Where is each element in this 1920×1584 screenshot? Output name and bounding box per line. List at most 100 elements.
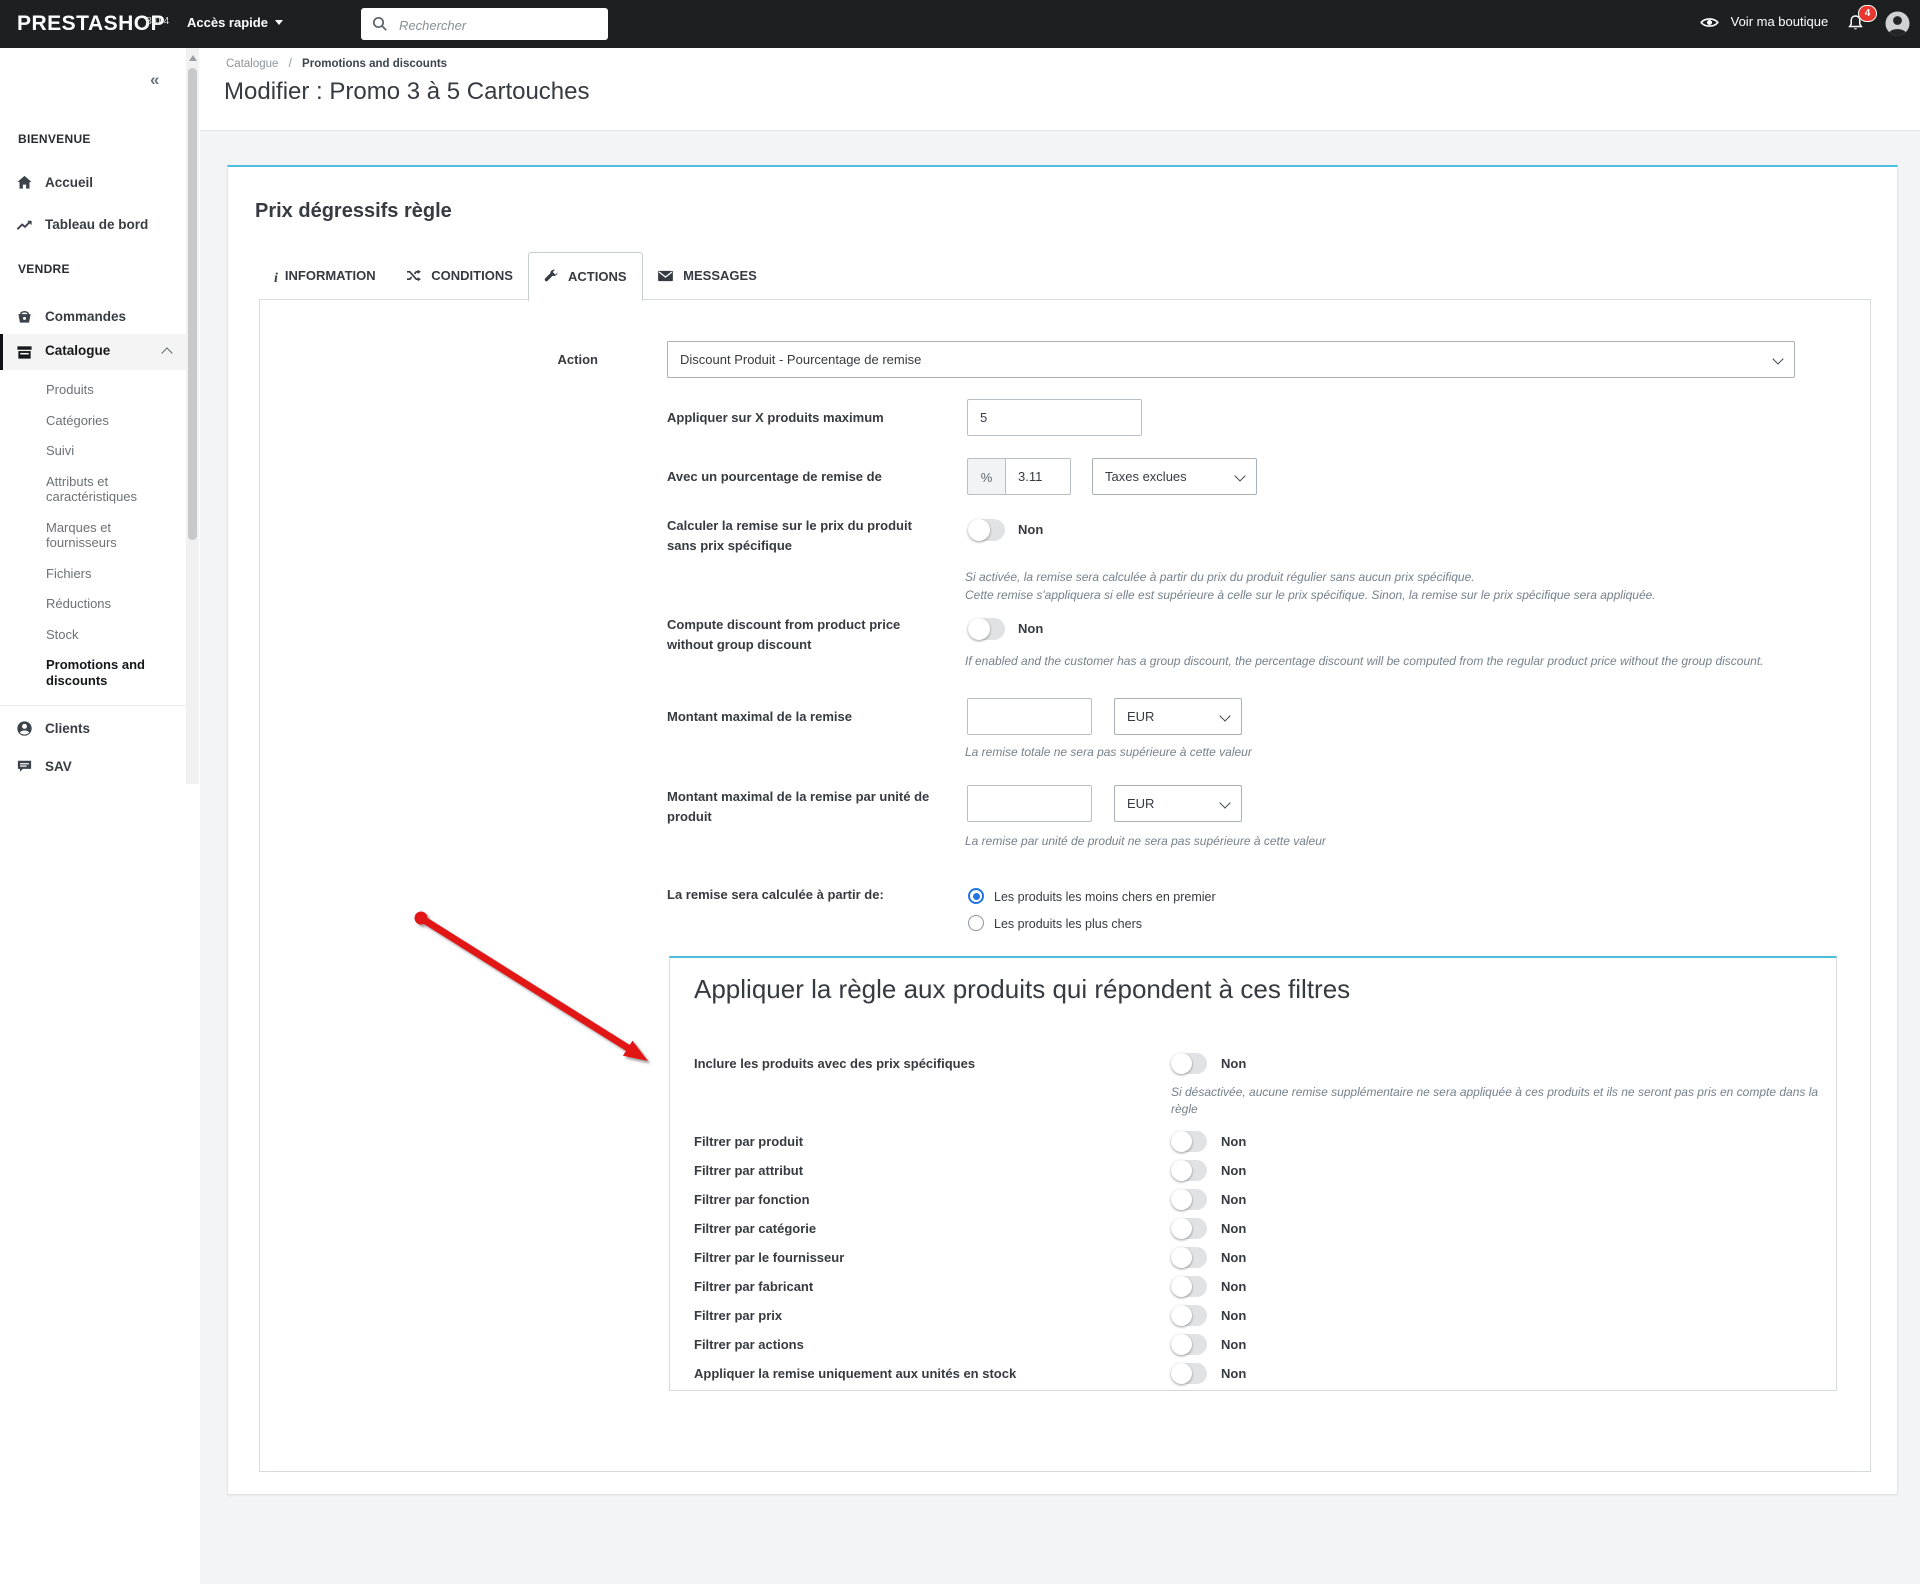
user-avatar[interactable] [1884, 10, 1911, 42]
sidebar-section-welcome: BIENVENUE [18, 132, 91, 146]
catalog-submenu: Produits Catégories Suivi Attributs et cara… [46, 382, 168, 703]
filter-state: Non [1221, 1192, 1247, 1207]
sidebar-subitem[interactable]: Attributs et caractéristiques [46, 474, 168, 505]
filter-toggle[interactable] [1171, 1305, 1207, 1326]
sidebar-item-home[interactable]: Accueil [0, 166, 186, 200]
home-icon [16, 174, 33, 195]
eye-icon [1700, 18, 1719, 27]
scrollbar-thumb[interactable] [188, 68, 197, 540]
info-icon: i [274, 271, 278, 286]
caret-down-icon [274, 20, 283, 25]
prestashop-logo[interactable]: PRESTASHOP [17, 12, 165, 36]
filter-label: Filtrer par fabricant [694, 1279, 814, 1294]
search-icon [372, 16, 387, 31]
toggle-knob [1171, 1276, 1192, 1297]
filter-state: Non [1221, 1279, 1247, 1294]
price-rule-panel: Prix dégressifs règle i INFORMATION CONDI… [227, 165, 1898, 1495]
shuffle-icon [406, 269, 421, 282]
filter-row: Appliquer la remise uniquement aux unité… [670, 1363, 1836, 1387]
scroll-up-arrow-icon[interactable] [189, 55, 197, 61]
action-select[interactable]: Discount Produit - Pourcentage de remise [667, 341, 1795, 378]
toggle-knob [1171, 1189, 1192, 1210]
no-specific-price-toggle[interactable] [968, 519, 1005, 541]
max-products-input[interactable] [967, 399, 1142, 436]
basket-icon [16, 308, 33, 329]
search-input[interactable] [397, 8, 601, 42]
sidebar-subitem[interactable]: Fichiers [46, 566, 168, 582]
sidebar-item-orders[interactable]: Commandes [0, 300, 186, 334]
filter-toggle[interactable] [1171, 1189, 1207, 1210]
filter-toggle[interactable] [1171, 1247, 1207, 1268]
sidebar-item-dashboard[interactable]: Tableau de bord [0, 208, 186, 242]
filter-label: Filtrer par le fournisseur [694, 1250, 845, 1265]
sidebar-subitem[interactable]: Produits [46, 382, 168, 398]
search-box[interactable] [361, 8, 608, 42]
filter-state: Non [1221, 1221, 1247, 1236]
sidebar-subitem[interactable]: Marques et fournisseurs [46, 520, 168, 551]
filter-state: Non [1221, 1337, 1247, 1352]
sidebar-subitem[interactable]: Réductions [46, 596, 168, 612]
filter-row: Filtrer par produit Non [670, 1131, 1836, 1155]
quick-access-menu[interactable]: Accès rapide [187, 15, 283, 30]
filter-row: Filtrer par catégorie Non [670, 1218, 1836, 1242]
sidebar-subitem[interactable]: Suivi [46, 443, 168, 459]
sidebar-item-catalog[interactable]: Catalogue [0, 334, 189, 370]
tab-actions[interactable]: ACTIONS [527, 252, 643, 301]
tab-bar: i INFORMATION CONDITIONS ACTIONS MESSAGES [259, 252, 772, 301]
max-amount-per-unit-input[interactable] [967, 785, 1092, 822]
filter-row: Filtrer par actions Non [670, 1334, 1836, 1358]
filter-toggle[interactable] [1171, 1334, 1207, 1355]
tab-messages[interactable]: MESSAGES [643, 252, 772, 299]
percent-label: Avec un pourcentage de remise de [667, 469, 882, 484]
filter-toggle[interactable] [1171, 1218, 1207, 1239]
page-title: Modifier : Promo 3 à 5 Cartouches [224, 78, 590, 105]
filter-toggle[interactable] [1171, 1276, 1207, 1297]
no-group-discount-toggle[interactable] [968, 618, 1005, 640]
filter-label: Filtrer par catégorie [694, 1221, 817, 1236]
filter-label: Filtrer par produit [694, 1134, 804, 1149]
max-amount-input[interactable] [967, 698, 1092, 735]
view-shop-link[interactable]: Voir ma boutique [1700, 14, 1828, 29]
person-icon [1885, 11, 1910, 36]
toggle-knob [1171, 1053, 1192, 1074]
help-text: La remise par unité de produit ne sera p… [965, 834, 1326, 848]
help-text: La remise totale ne sera pas supérieure … [965, 745, 1252, 759]
filter-toggle[interactable] [1171, 1160, 1207, 1181]
sidebar-subitem[interactable]: Catégories [46, 413, 168, 429]
radio-cheapest-first[interactable] [968, 888, 984, 904]
sidebar-section-sell: VENDRE [18, 262, 70, 276]
filter-label: Filtrer par actions [694, 1337, 804, 1352]
toggle-knob [1171, 1363, 1192, 1384]
toggle-knob [1171, 1131, 1192, 1152]
max-amount-currency-select[interactable]: EUR [1114, 698, 1242, 735]
filter-row: Filtrer par attribut Non [670, 1160, 1836, 1184]
filter-row: Filtrer par le fournisseur Non [670, 1247, 1836, 1271]
radio-most-expensive[interactable] [968, 915, 984, 931]
tab-conditions[interactable]: CONDITIONS [391, 252, 528, 299]
help-text: If enabled and the customer has a group … [965, 654, 1764, 668]
filter-row: Filtrer par fonction Non [670, 1189, 1836, 1213]
chat-bubble-icon [16, 758, 33, 779]
include-specific-toggle[interactable] [1171, 1053, 1207, 1074]
trending-up-icon [16, 216, 33, 237]
sidebar-subitem[interactable]: Promotions and discounts [46, 657, 168, 688]
percent-input[interactable] [1005, 458, 1071, 495]
filter-toggle[interactable] [1171, 1131, 1207, 1152]
sidebar-item-customers[interactable]: Clients [0, 712, 186, 746]
sidebar-item-customer-service[interactable]: SAV [0, 750, 186, 784]
breadcrumb-parent[interactable]: Catalogue [226, 58, 278, 70]
sidebar-collapse-button[interactable]: « [150, 70, 159, 90]
filter-toggle[interactable] [1171, 1363, 1207, 1384]
max-amount-per-unit-label: Montant maximal de la remise par unité d… [667, 789, 930, 824]
prestashop-backoffice: PRESTASHOP 8.0.4 Accès rapide Voir ma bo… [0, 0, 1920, 1584]
page-header: Catalogue / Promotions and discounts Mod… [200, 48, 1920, 131]
wrench-icon [544, 269, 558, 282]
sidebar-scrollbar[interactable] [186, 48, 199, 784]
chevron-up-icon [161, 347, 173, 359]
sidebar-subitem[interactable]: Stock [46, 627, 168, 643]
tax-select[interactable]: Taxes exclues [1092, 458, 1257, 495]
sidebar-divider [0, 705, 186, 706]
tab-information[interactable]: i INFORMATION [259, 252, 391, 299]
max-amount-per-unit-currency-select[interactable]: EUR [1114, 785, 1242, 822]
percent-prefix: % [967, 458, 1005, 495]
